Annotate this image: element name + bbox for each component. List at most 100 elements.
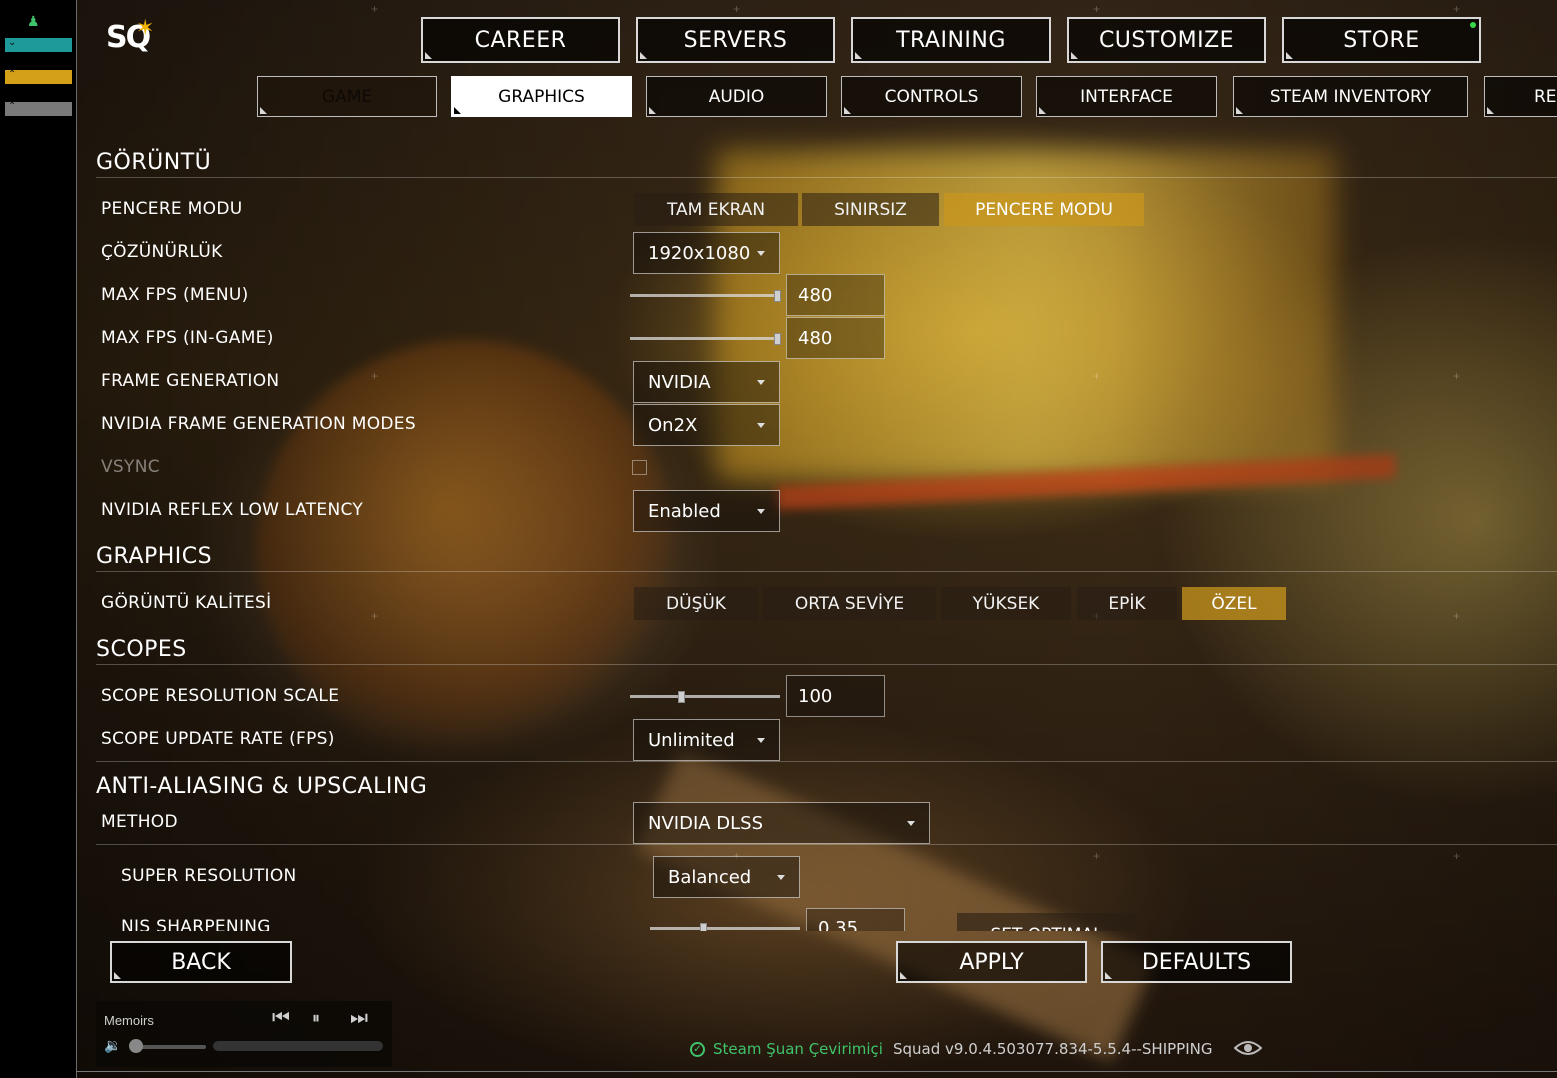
notification-dot — [1470, 22, 1476, 28]
back-button[interactable]: BACK — [110, 941, 292, 983]
max-fps-menu-slider[interactable] — [630, 294, 780, 297]
section-divider — [96, 571, 1557, 572]
label-scope-update-rate: SCOPE UPDATE RATE (FPS) — [101, 729, 335, 749]
reflex-dropdown[interactable]: Enabled — [633, 490, 780, 532]
nav-label: TRAINING — [896, 27, 1006, 53]
grid-cross: + — [1453, 2, 1461, 16]
label-method: METHOD — [101, 812, 178, 832]
dropdown-value: NVIDIA DLSS — [648, 812, 764, 834]
fg-modes-dropdown[interactable]: On2X — [633, 404, 780, 446]
resolution-dropdown[interactable]: 1920x1080 — [633, 232, 780, 274]
method-dropdown[interactable]: NVIDIA DLSS — [633, 802, 930, 844]
section-divider — [96, 844, 1557, 845]
nav-store[interactable]: STORE — [1282, 17, 1481, 63]
volume-thumb[interactable] — [129, 1039, 143, 1053]
gray-panel-toggle[interactable]: ⌃ — [5, 101, 72, 116]
label-quality: GÖRÜNTÜ KALİTESİ — [101, 593, 272, 613]
gold-panel-toggle[interactable]: ⌃ — [5, 69, 72, 84]
tab-steam-inventory[interactable]: STEAM INVENTORY — [1233, 76, 1468, 117]
label-fg-modes: NVIDIA FRAME GENERATION MODES — [101, 414, 416, 434]
slider-thumb[interactable] — [774, 333, 781, 345]
grid-cross: + — [371, 2, 379, 16]
teal-panel-toggle[interactable]: ⌄ — [5, 37, 72, 52]
game-logo[interactable]: SQ ✶ — [106, 16, 154, 55]
option-borderless[interactable]: SINIRSIZ — [802, 193, 939, 226]
quality-medium[interactable]: ORTA SEVİYE — [763, 587, 936, 620]
person-icon: ♟ — [27, 13, 40, 29]
tab-label: GAME — [321, 86, 373, 107]
quality-low[interactable]: DÜŞÜK — [634, 587, 758, 620]
dropdown-value: NVIDIA — [648, 371, 711, 393]
slider-thumb[interactable] — [774, 290, 781, 302]
eye-icon[interactable] — [1234, 1039, 1262, 1057]
label-vsync: VSYNC — [101, 457, 160, 477]
grid-cross: + — [1093, 369, 1101, 383]
quality-epic[interactable]: EPİK — [1077, 587, 1177, 620]
caret-down-icon — [757, 509, 765, 514]
pause-icon[interactable]: ⏸ — [312, 1010, 320, 1028]
nav-customize[interactable]: CUSTOMIZE — [1067, 17, 1266, 63]
tab-graphics[interactable]: GRAPHICS — [451, 76, 632, 117]
caret-down-icon — [757, 380, 765, 385]
rewind-icon[interactable]: ⏮ — [272, 1007, 290, 1030]
scope-scale-input[interactable]: 100 — [786, 675, 885, 717]
section-title-scopes: SCOPES — [96, 637, 187, 662]
vsync-checkbox[interactable] — [632, 460, 647, 475]
tab-audio[interactable]: AUDIO — [646, 76, 827, 117]
scope-scale-slider[interactable] — [630, 695, 780, 698]
max-fps-menu-input[interactable]: 480 — [786, 274, 885, 316]
chevron-up-icon: ⌃ — [8, 101, 17, 112]
nav-label: CUSTOMIZE — [1098, 27, 1235, 53]
nav-label: CAREER — [474, 27, 567, 53]
label-max-fps-ingame: MAX FPS (IN-GAME) — [101, 328, 274, 348]
caret-down-icon — [757, 251, 765, 256]
tab-game[interactable]: GAME — [257, 76, 437, 117]
label-window-mode: PENCERE MODU — [101, 199, 243, 219]
label-nis-sharpening: NIS SHARPENING — [121, 917, 271, 931]
forward-icon[interactable]: ⏭ — [350, 1007, 368, 1030]
steam-status: ✓ Steam Şuan Çevirimiçi — [690, 1040, 883, 1058]
chevron-down-icon: ⌄ — [8, 37, 17, 48]
option-windowed[interactable]: PENCERE MODU — [944, 193, 1144, 226]
option-fullscreen[interactable]: TAM EKRAN — [634, 193, 798, 226]
slider-thumb[interactable] — [700, 923, 707, 931]
volume-slider[interactable] — [132, 1045, 206, 1049]
set-optimal-button[interactable]: SET OPTIMAL — [957, 913, 1136, 931]
button-label: APPLY — [959, 949, 1024, 975]
max-fps-ingame-slider[interactable] — [630, 337, 780, 340]
grid-cross: + — [1453, 849, 1461, 863]
tab-re-cutoff[interactable]: RE — [1484, 76, 1557, 117]
tab-interface[interactable]: INTERFACE — [1036, 76, 1217, 117]
tab-label: CONTROLS — [884, 86, 979, 107]
quality-high[interactable]: YÜKSEK — [941, 587, 1071, 620]
nav-training[interactable]: TRAINING — [851, 17, 1051, 63]
slider-thumb[interactable] — [678, 691, 685, 703]
bottom-border — [76, 1071, 1557, 1072]
apply-button[interactable]: APPLY — [896, 941, 1087, 983]
nis-sharpening-slider[interactable] — [650, 927, 800, 930]
version-text: Squad v9.0.4.503077.834-5.5.4--SHIPPING — [893, 1040, 1213, 1058]
nav-servers[interactable]: SERVERS — [636, 17, 835, 63]
label-scope-scale: SCOPE RESOLUTION SCALE — [101, 686, 340, 706]
nav-career[interactable]: CAREER — [421, 17, 620, 63]
scroll-clip-row: NIS SHARPENING 0.35 SET OPTIMAL — [96, 905, 1196, 931]
tab-label: AUDIO — [708, 86, 765, 107]
super-resolution-dropdown[interactable]: Balanced — [653, 856, 800, 898]
label-super-resolution: SUPER RESOLUTION — [121, 866, 297, 886]
dropdown-value: Balanced — [668, 866, 752, 888]
tab-controls[interactable]: CONTROLS — [841, 76, 1022, 117]
caret-down-icon — [777, 875, 785, 880]
scope-update-dropdown[interactable]: Unlimited — [633, 719, 780, 761]
nis-sharpening-input[interactable]: 0.35 — [806, 908, 905, 931]
track-progress[interactable] — [213, 1041, 383, 1051]
quality-custom[interactable]: ÖZEL — [1182, 587, 1286, 620]
frame-generation-dropdown[interactable]: NVIDIA — [633, 361, 780, 403]
max-fps-ingame-input[interactable]: 480 — [786, 317, 885, 359]
volume-icon[interactable]: 🔉 — [104, 1037, 121, 1054]
defaults-button[interactable]: DEFAULTS — [1101, 941, 1292, 983]
label-reflex: NVIDIA REFLEX LOW LATENCY — [101, 500, 364, 520]
dropdown-value: On2X — [648, 414, 698, 436]
dropdown-value: Unlimited — [648, 729, 735, 751]
section-title-graphics: GRAPHICS — [96, 544, 213, 569]
caret-down-icon — [757, 423, 765, 428]
